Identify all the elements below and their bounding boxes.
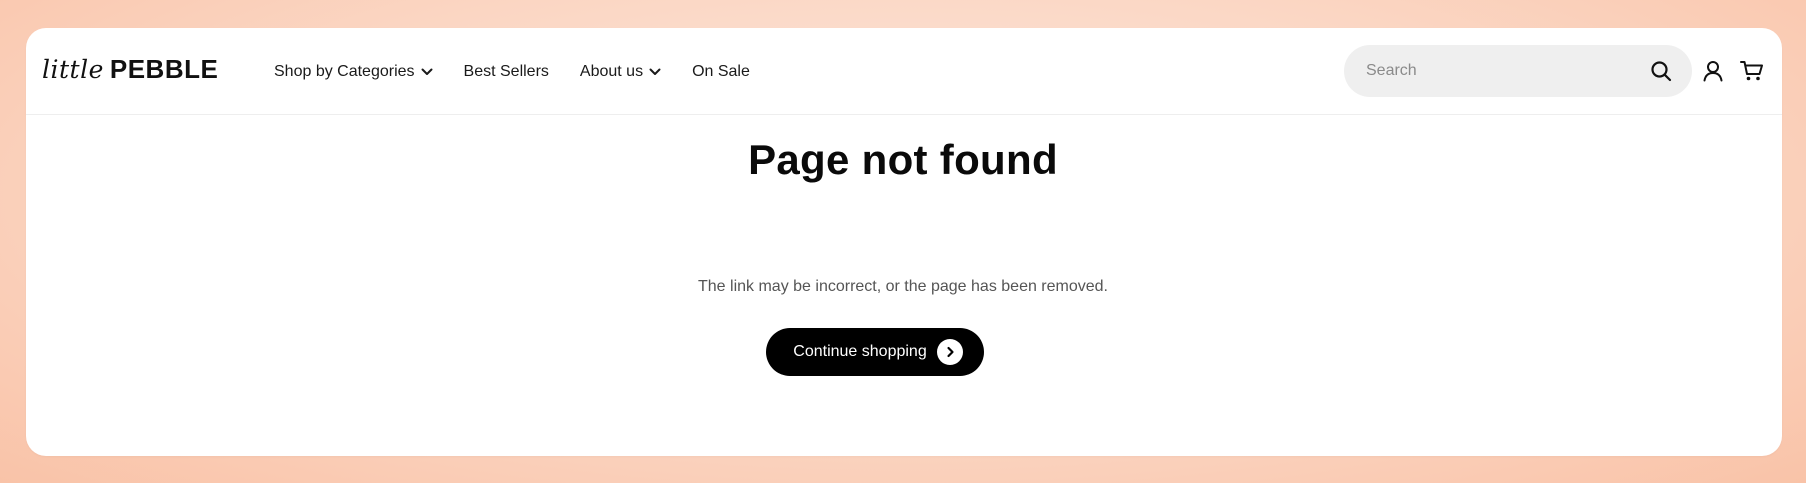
search-bar	[1344, 45, 1692, 97]
brand-logo-wordmark: PEBBLE	[109, 54, 219, 84]
chevron-down-icon	[649, 68, 661, 76]
nav-item-label: On Sale	[692, 62, 750, 80]
page-subtitle: The link may be incorrect, or the page h…	[698, 278, 1108, 295]
user-icon[interactable]	[1701, 59, 1725, 83]
brand-logo[interactable]: little PEBBLE	[42, 54, 218, 90]
continue-shopping-button[interactable]: Continue shopping	[766, 328, 984, 376]
nav-item-best-sellers[interactable]: Best Sellers	[464, 63, 549, 81]
continue-shopping-label: Continue shopping	[793, 343, 927, 360]
site-header: little PEBBLE Shop by Categories Best Se…	[26, 28, 1782, 115]
nav-item-label: Best Sellers	[463, 62, 549, 80]
nav-item-about-us[interactable]: About us	[580, 63, 661, 81]
nav-item-label: About us	[579, 62, 644, 80]
search-input[interactable]	[1364, 61, 1650, 81]
search-icon[interactable]	[1650, 60, 1672, 82]
brand-logo-script: little	[42, 55, 104, 84]
main-nav: Shop by Categories Best Sellers About us…	[274, 28, 781, 115]
nav-item-on-sale[interactable]: On Sale	[692, 63, 750, 81]
page-title: Page not found	[748, 136, 1058, 183]
page-card: little PEBBLE Shop by Categories Best Se…	[26, 28, 1782, 456]
nav-item-shop-by-categories[interactable]: Shop by Categories	[274, 63, 433, 81]
chevron-right-icon	[936, 339, 963, 365]
chevron-down-icon	[421, 68, 433, 76]
cart-icon[interactable]	[1739, 59, 1765, 83]
nav-item-label: Shop by Categories	[274, 62, 415, 80]
